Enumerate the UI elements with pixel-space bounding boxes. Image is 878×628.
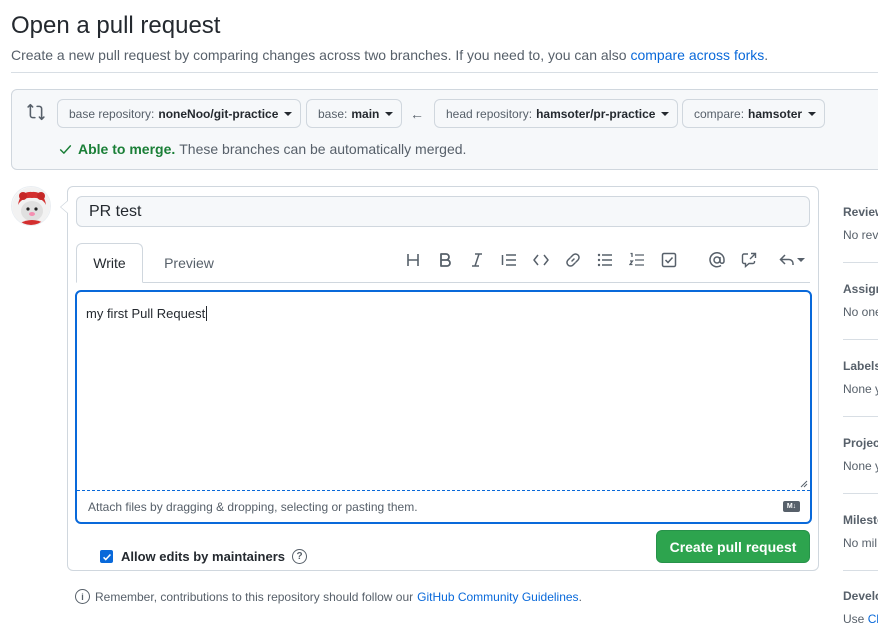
sidebar-heading: Milesto [843,513,878,527]
merge-status: Able to merge. These branches can be aut… [59,141,466,157]
sidebar-divider [843,262,878,263]
compare-branch-select[interactable]: compare: hamsoter [682,99,826,128]
sidebar-value-link[interactable]: Cl [868,612,878,626]
head-repo-value: hamsoter/pr-practice [536,106,656,121]
sidebar-heading: Develo [843,589,878,603]
checkmark-icon [102,553,111,561]
sidebar-value: None y [843,459,878,473]
italic-icon[interactable] [467,250,487,270]
sidebar-value: No rev [843,228,878,242]
attach-files-text: Attach files by dragging & dropping, sel… [88,499,418,514]
compare-prefix: compare: [694,106,745,121]
attach-files-bar[interactable]: Attach files by dragging & dropping, sel… [77,490,810,522]
head-repo-prefix: head repository: [446,106,533,121]
mention-icon[interactable] [707,250,727,270]
merge-message: These branches can be automatically merg… [179,141,467,157]
avatar-image [12,187,50,225]
contribution-end: . [578,589,582,604]
compare-across-forks-link[interactable]: compare across forks [630,47,764,63]
contribution-text: Remember, contributions to this reposito… [95,589,414,604]
sidebar-reviewers[interactable]: Review No rev [843,205,878,242]
bold-icon[interactable] [435,250,455,270]
numbered-list-icon[interactable] [627,250,647,270]
question-icon[interactable]: ? [292,549,307,564]
allow-edits-label: Allow edits by maintainers [121,549,285,564]
pr-body-textarea[interactable]: my first Pull Request Attach files by dr… [75,290,812,524]
create-pull-request-button[interactable]: Create pull request [656,530,810,563]
sidebar-value: No one [843,305,878,319]
pr-body-text[interactable]: my first Pull Request [86,306,208,321]
text-cursor [206,306,208,321]
caret-down-icon [808,111,817,116]
subtitle-text: Create a new pull request by comparing c… [11,47,627,63]
compare-branch-value: hamsoter [748,106,803,121]
reference-icon[interactable] [739,250,759,270]
tab-preview[interactable]: Preview [156,243,222,283]
base-repo-prefix: base repository: [69,106,155,121]
sidebar-projects[interactable]: Project None y [843,436,878,473]
info-icon: i [75,589,90,604]
code-icon[interactable] [531,250,551,270]
pull-request-composer: Write Preview my first Pull Request [60,186,819,571]
allow-edits-option[interactable]: Allow edits by maintainers ? [100,549,307,564]
page-subtitle: Create a new pull request by comparing c… [11,47,768,63]
caret-down-icon [797,258,805,262]
sidebar-heading: Assign [843,282,878,296]
caret-down-icon [385,111,394,116]
sidebar-divider [843,570,878,571]
sidebar-heading: Project [843,436,878,450]
base-prefix: base: [318,106,348,121]
sidebar-value: No mil [843,536,878,550]
pr-title-input[interactable] [76,196,810,227]
sidebar-development[interactable]: Develo Use Cl [843,589,878,626]
subtitle-end: . [764,47,769,63]
title-divider [11,72,878,73]
heading-icon[interactable] [403,250,423,270]
bulleted-list-icon[interactable] [595,250,615,270]
quote-icon[interactable] [499,250,519,270]
tab-write[interactable]: Write [76,243,143,283]
resize-handle-icon[interactable] [800,480,808,488]
pr-body-value: my first Pull Request [86,306,206,321]
sidebar-heading: Review [843,205,878,219]
merge-ok-label: Able to merge. [78,141,176,157]
compare-icon [27,103,45,121]
base-repository-select[interactable]: base repository: noneNoo/git-practice [57,99,302,128]
check-icon [59,144,72,154]
base-branch-select[interactable]: base: main [306,99,403,128]
reply-icon[interactable] [778,250,806,270]
caret-down-icon [284,111,293,116]
allow-edits-checkbox[interactable] [100,550,113,563]
tabs-divider [76,282,810,283]
page-title: Open a pull request [11,12,221,39]
avatar[interactable] [11,186,51,226]
sidebar-divider [843,339,878,340]
community-guidelines-link[interactable]: GitHub Community Guidelines [417,590,578,604]
sidebar-assignees[interactable]: Assign No one [843,282,878,319]
contribution-note: i Remember, contributions to this reposi… [75,589,582,604]
markdown-icon[interactable]: M↓ [783,501,800,512]
base-branch-value: main [351,106,380,121]
compare-range-box: base repository: noneNoo/git-practice ba… [11,89,878,170]
sidebar-value: None y [843,382,878,396]
task-list-icon[interactable] [659,250,679,270]
link-icon[interactable] [563,250,583,270]
sidebar-heading: Labels [843,359,878,373]
sidebar-divider [843,416,878,417]
arrow-left-icon: ← [410,106,424,122]
head-repository-select[interactable]: head repository: hamsoter/pr-practice [434,99,679,128]
sidebar-milestone[interactable]: Milesto No mil [843,513,878,550]
sidebar-labels[interactable]: Labels None y [843,359,878,396]
base-repo-value: noneNoo/git-practice [158,106,279,121]
caret-down-icon [661,111,670,116]
sidebar-value: Use Cl [843,612,878,626]
sidebar-value-prefix: Use [843,612,868,626]
sidebar-divider [843,493,878,494]
